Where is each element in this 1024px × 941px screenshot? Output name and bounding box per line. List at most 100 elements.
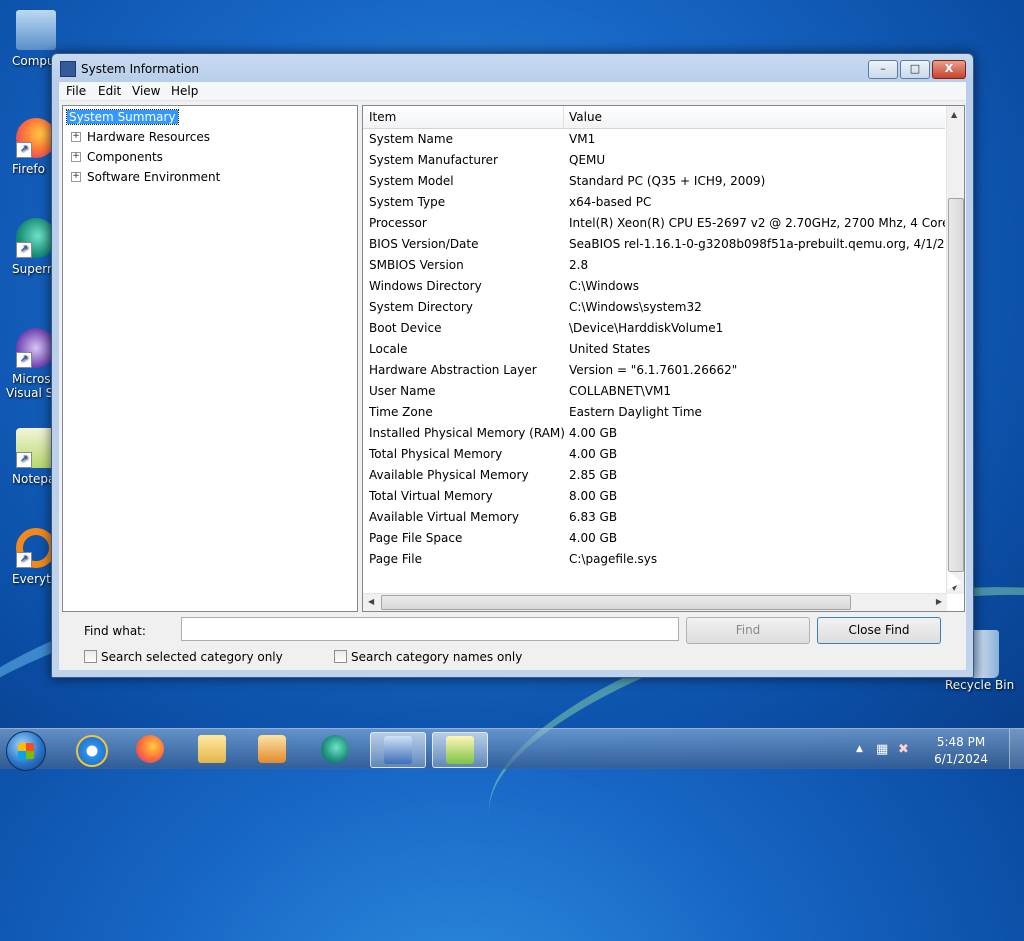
row-value: x64-based PC: [569, 195, 652, 209]
firefox-icon: [136, 735, 164, 763]
table-row[interactable]: Windows Directory C:\Windows: [363, 275, 945, 296]
shortcut-arrow-icon: ↗: [16, 452, 32, 468]
row-value: Intel(R) Xeon(R) CPU E5-2697 v2 @ 2.70GH…: [569, 216, 945, 230]
vertical-scroll-thumb[interactable]: [948, 198, 964, 572]
row-item: Total Virtual Memory: [369, 489, 493, 503]
expand-plus-icon[interactable]: +: [71, 172, 81, 182]
row-value: 2.85 GB: [569, 468, 618, 482]
list-header: Item Value: [363, 106, 945, 129]
network-icon[interactable]: ▦: [876, 742, 888, 757]
taskbar-action-center[interactable]: [432, 732, 488, 768]
table-row[interactable]: System Model Standard PC (Q35 + ICH9, 200…: [363, 170, 945, 191]
volume-muted-icon[interactable]: ✖: [898, 742, 909, 757]
minimize-button[interactable]: –: [868, 60, 898, 79]
table-row[interactable]: System Directory C:\Windows\system32: [363, 296, 945, 317]
media-player-icon: [258, 735, 286, 763]
taskbar-firefox[interactable]: [123, 732, 177, 766]
row-value: 4.00 GB: [569, 531, 618, 545]
row-value: C:\pagefile.sys: [569, 552, 658, 566]
category-tree[interactable]: System Summary + Hardware Resources + Co…: [62, 105, 358, 612]
vertical-scrollbar[interactable]: ▲ ▼: [946, 106, 964, 594]
menu-view[interactable]: View: [132, 84, 160, 98]
taskbar-internet-explorer[interactable]: [63, 732, 117, 767]
table-row[interactable]: Total Virtual Memory 8.00 GB: [363, 485, 945, 506]
row-item: Total Physical Memory: [369, 447, 503, 461]
tree-item-software-environment[interactable]: Software Environment: [87, 170, 220, 184]
menu-file[interactable]: File: [66, 84, 86, 98]
horizontal-scroll-thumb[interactable]: [381, 595, 851, 610]
table-row[interactable]: Available Virtual Memory 6.83 GB: [363, 506, 945, 527]
folder-icon: [198, 735, 226, 763]
table-row[interactable]: Page File C:\pagefile.sys: [363, 548, 945, 569]
scroll-left-icon[interactable]: ◀: [368, 597, 374, 606]
tree-item-hardware-resources[interactable]: Hardware Resources: [87, 130, 210, 144]
row-item: System Type: [369, 195, 446, 209]
row-value: 8.00 GB: [569, 489, 618, 503]
row-item: Boot Device: [369, 321, 442, 335]
taskbar-system-information[interactable]: [370, 732, 426, 768]
shortcut-arrow-icon: ↗: [16, 552, 32, 568]
maximize-button[interactable]: □: [900, 60, 930, 79]
row-item: User Name: [369, 384, 436, 398]
shortcut-arrow-icon: ↗: [16, 352, 32, 368]
menu-edit[interactable]: Edit: [98, 84, 121, 98]
table-row[interactable]: System Manufacturer QEMU: [363, 149, 945, 170]
table-row[interactable]: System Name VM1: [363, 128, 945, 149]
column-header-item[interactable]: Item: [369, 110, 396, 124]
scroll-up-icon[interactable]: ▲: [951, 110, 957, 119]
table-row[interactable]: Available Physical Memory 2.85 GB: [363, 464, 945, 485]
row-value: SeaBIOS rel-1.16.1-0-g3208b098f51a-prebu…: [569, 237, 945, 251]
tree-item-components[interactable]: Components: [87, 150, 163, 164]
taskbar-clock[interactable]: 5:48 PM 6/1/2024: [934, 734, 988, 768]
table-row[interactable]: SMBIOS Version 2.8: [363, 254, 945, 275]
taskbar-media-player[interactable]: [245, 732, 299, 766]
search-category-names-checkbox[interactable]: Search category names only: [334, 650, 522, 664]
table-row[interactable]: BIOS Version/Date SeaBIOS rel-1.16.1-0-g3…: [363, 233, 945, 254]
row-value: C:\Windows: [569, 279, 640, 293]
table-row[interactable]: User Name COLLABNET\VM1: [363, 380, 945, 401]
table-row[interactable]: Processor Intel(R) Xeon(R) CPU E5-2697 v2…: [363, 212, 945, 233]
table-row[interactable]: Locale United States: [363, 338, 945, 359]
table-row[interactable]: Total Physical Memory 4.00 GB: [363, 443, 945, 464]
tree-item-system-summary[interactable]: System Summary: [66, 109, 179, 125]
horizontal-scrollbar[interactable]: ◀ ▶: [363, 593, 947, 611]
row-value: Version = "6.1.7601.26662": [569, 363, 738, 377]
row-value: VM1: [569, 132, 596, 146]
table-row[interactable]: Hardware Abstraction Layer Version = "6.1…: [363, 359, 945, 380]
expand-plus-icon[interactable]: +: [71, 152, 81, 162]
start-button[interactable]: [6, 731, 46, 771]
summary-list[interactable]: Item Value System Name VM1 System Manufact…: [362, 105, 965, 612]
close-find-button[interactable]: Close Find: [817, 617, 941, 644]
row-item: Hardware Abstraction Layer: [369, 363, 537, 377]
table-row[interactable]: System Type x64-based PC: [363, 191, 945, 212]
show-hidden-icons-icon[interactable]: ▲: [856, 744, 863, 754]
find-what-input[interactable]: [181, 617, 679, 641]
system-information-window: System Information – □ X File Edit View …: [51, 53, 974, 678]
table-row[interactable]: Boot Device \Device\HarddiskVolume1: [363, 317, 945, 338]
find-what-label: Find what:: [84, 624, 146, 638]
show-desktop-button[interactable]: [1009, 729, 1024, 769]
taskbar: ▲ ▦ ✖ 5:48 PM 6/1/2024: [0, 728, 1024, 771]
checkbox-icon: [84, 650, 97, 663]
title-bar[interactable]: System Information – □ X: [52, 54, 973, 82]
scroll-right-icon[interactable]: ▶: [936, 597, 942, 606]
table-row[interactable]: Time Zone Eastern Daylight Time: [363, 401, 945, 422]
taskbar-supermium[interactable]: [308, 732, 362, 766]
clock-time: 5:48 PM: [936, 735, 986, 749]
table-row[interactable]: Page File Space 4.00 GB: [363, 527, 945, 548]
close-button[interactable]: X: [932, 60, 966, 79]
row-item: Time Zone: [369, 405, 433, 419]
notepadpp-icon: ↗: [16, 428, 56, 468]
row-item: System Model: [369, 174, 454, 188]
taskbar-file-explorer[interactable]: [185, 732, 239, 766]
search-selected-category-checkbox[interactable]: Search selected category only: [84, 650, 283, 664]
find-button[interactable]: Find: [686, 617, 810, 644]
column-header-value[interactable]: Value: [569, 110, 602, 124]
row-value: C:\Windows\system32: [569, 300, 702, 314]
expand-plus-icon[interactable]: +: [71, 132, 81, 142]
menu-help[interactable]: Help: [171, 84, 198, 98]
table-row[interactable]: Installed Physical Memory (RAM) 4.00 GB: [363, 422, 945, 443]
window-client: File Edit View Help System Summary + Har…: [59, 82, 966, 670]
checkbox-label: Search selected category only: [101, 650, 283, 664]
menu-bar: File Edit View Help: [59, 82, 966, 101]
